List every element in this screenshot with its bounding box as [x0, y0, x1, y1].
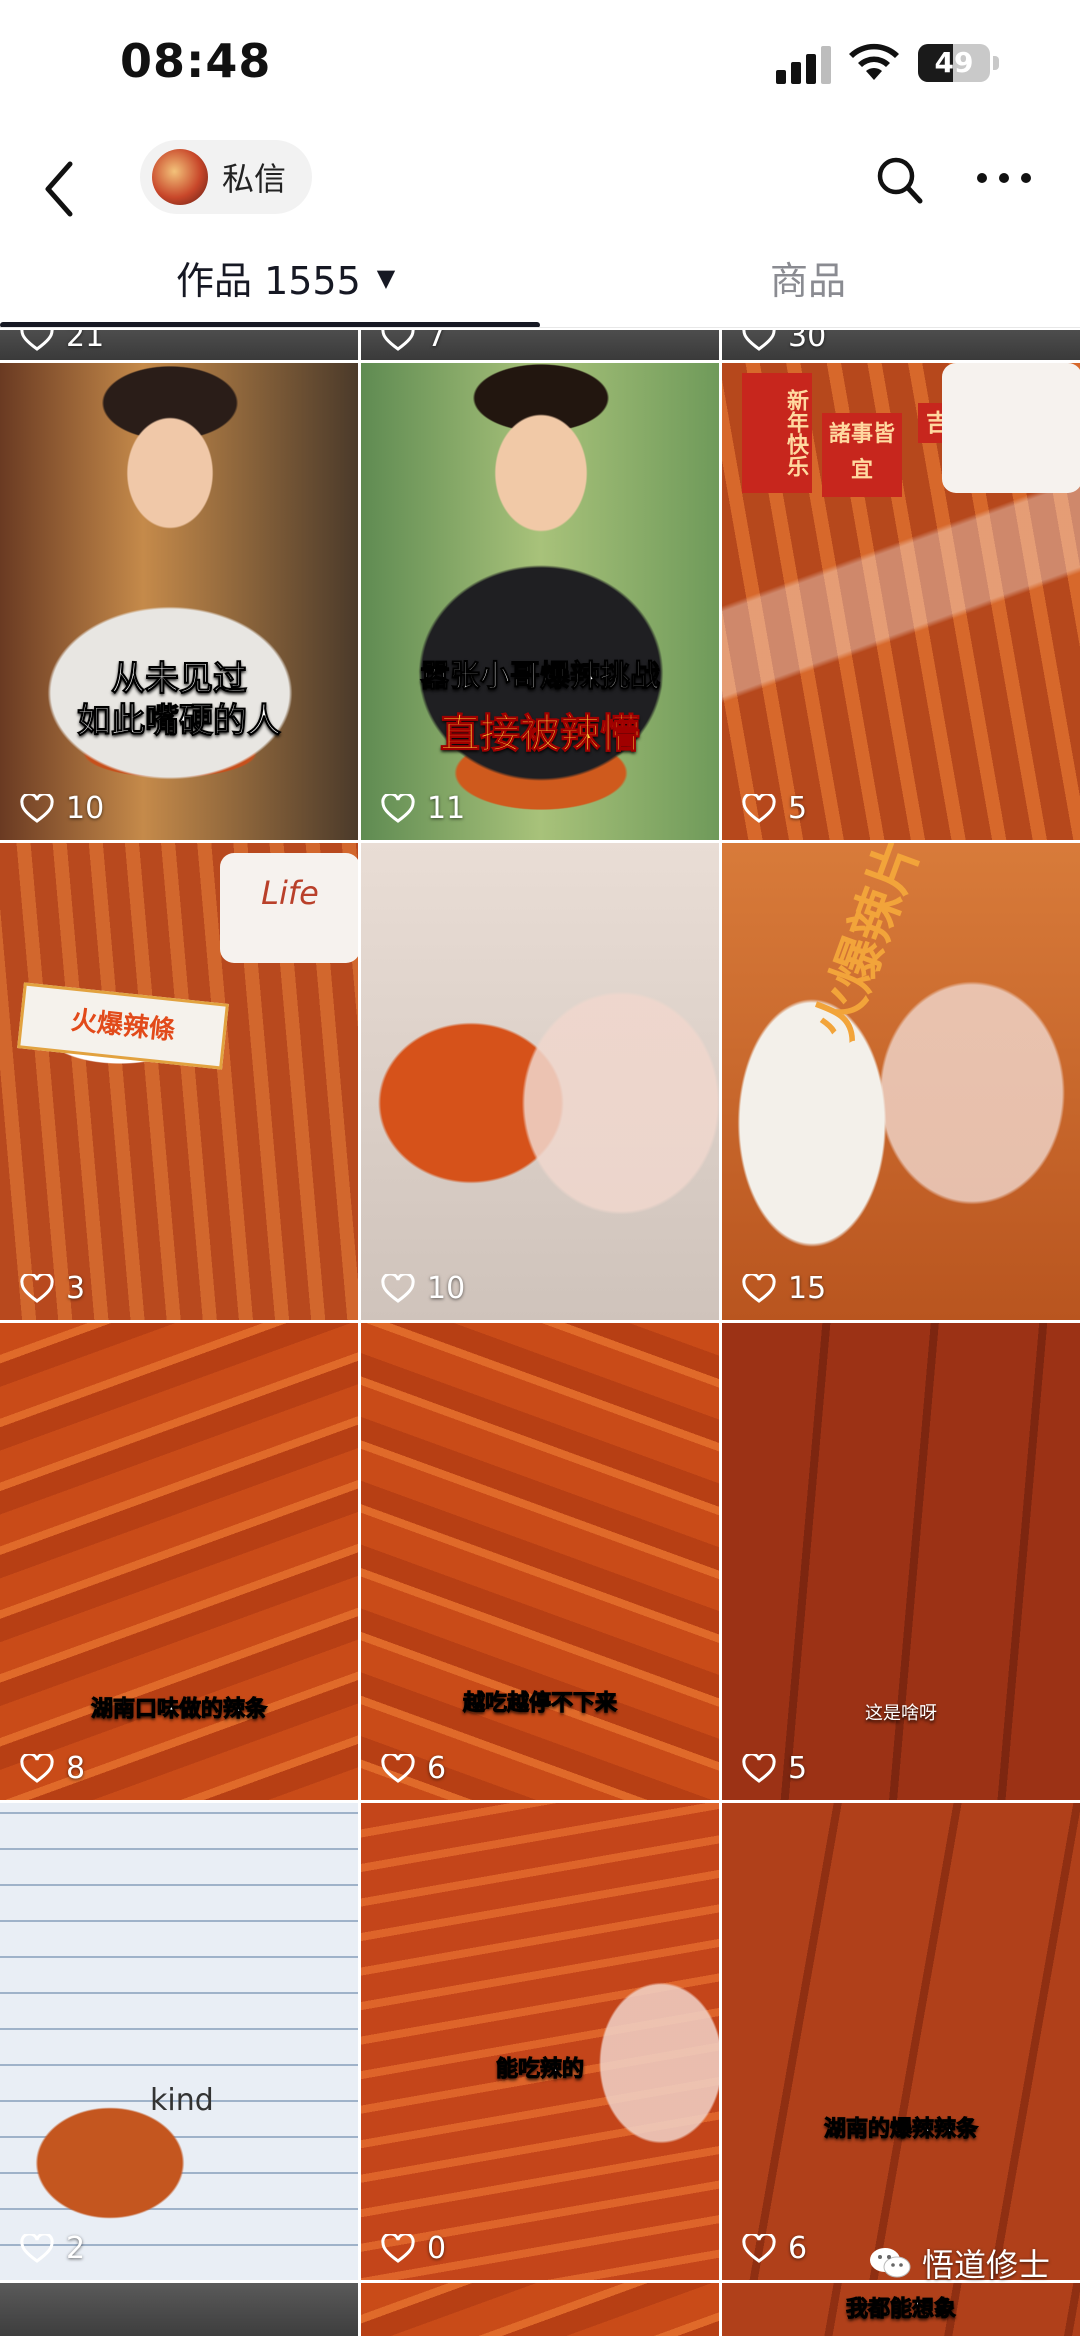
video-tile[interactable]: kind 2	[0, 1803, 358, 2280]
like-count: 3	[66, 1271, 86, 1306]
dm-label: 私信	[222, 160, 287, 198]
heart-outline-icon	[742, 330, 776, 351]
like-count: 8	[66, 1751, 86, 1786]
video-tile[interactable]: 7	[361, 330, 719, 360]
heart-outline-icon	[742, 2233, 776, 2263]
like-count: 21	[66, 330, 105, 354]
wifi-icon	[849, 43, 899, 80]
wechat-icon	[869, 2248, 911, 2278]
mug	[942, 363, 1080, 493]
nav-bar: 私信	[0, 130, 1080, 250]
cellular-signal-icon	[776, 44, 836, 84]
like-count: 10	[427, 1271, 466, 1306]
tab-works[interactable]: 作品 1555 ▼	[176, 250, 395, 305]
like-count: 2	[66, 2231, 86, 2266]
video-tile[interactable]: 能吃辣的 0	[361, 1803, 719, 2280]
heart-outline-icon	[20, 1273, 54, 1303]
back-chevron-icon[interactable]	[36, 154, 86, 224]
heart-outline-icon	[742, 1273, 776, 1303]
video-tile[interactable]: 21	[0, 330, 358, 360]
poster-text: 諸事皆宜	[822, 413, 902, 497]
video-caption: 能吃辣的	[495, 2057, 584, 2083]
video-tile[interactable]: 越吃越停不下来 6	[361, 1323, 719, 1800]
poster-text: 新年快乐	[742, 373, 812, 493]
like-count: 15	[788, 1271, 827, 1306]
like-count: 6	[427, 1751, 447, 1786]
like-count: 6	[788, 2231, 808, 2266]
heart-outline-icon	[20, 330, 54, 351]
like-count: 0	[427, 2231, 447, 2266]
heart-outline-icon	[20, 2233, 54, 2263]
video-tile[interactable]	[361, 2283, 719, 2336]
heart-outline-icon	[381, 1753, 415, 1783]
search-icon[interactable]	[872, 150, 928, 210]
tab-works-label: 作品 1555	[176, 259, 361, 303]
video-tile[interactable]: 30	[722, 330, 1080, 360]
avatar	[152, 149, 208, 205]
video-caption: 如此嘴硬的人	[77, 701, 282, 742]
watermark: 悟道修士	[868, 2240, 1050, 2286]
video-caption: 越吃越停不下来	[462, 1691, 617, 1717]
heart-outline-icon	[20, 1753, 54, 1783]
video-caption: 湖南口味做的辣条	[90, 1697, 267, 1723]
status-bar: 08:48 49	[0, 0, 1080, 130]
tab-goods[interactable]: 商品	[770, 250, 846, 305]
profile-tabs: 作品 1555 ▼ 商品	[0, 250, 1080, 328]
like-count: 30	[788, 330, 827, 354]
heart-outline-icon	[742, 1753, 776, 1783]
video-tile[interactable]: 火爆辣片 15	[722, 843, 1080, 1320]
like-count: 5	[788, 1751, 808, 1786]
watermark-text: 悟道修士	[921, 2246, 1050, 2284]
like-count: 7	[427, 330, 447, 354]
desk-text: kind	[150, 2083, 214, 2118]
heart-outline-icon	[742, 793, 776, 823]
direct-message-button[interactable]: 私信	[140, 140, 313, 214]
video-tile[interactable]	[0, 2283, 358, 2336]
heart-outline-icon	[381, 330, 415, 351]
video-tile[interactable]: 这是啥呀 5	[722, 1323, 1080, 1800]
video-tile[interactable]: 新年快乐 諸事皆宜 吉 5	[722, 363, 1080, 840]
status-time: 08:48	[120, 34, 272, 88]
battery-level: 49	[934, 46, 974, 79]
like-count: 11	[427, 791, 466, 826]
battery-tip	[993, 56, 999, 70]
video-tile[interactable]: 嚣张小哥爆辣挑战 直接被辣懵 11	[361, 363, 719, 840]
heart-outline-icon	[381, 2233, 415, 2263]
tab-divider	[0, 327, 1080, 328]
video-tile[interactable]: 从未见过 如此嘴硬的人 10	[0, 363, 358, 840]
video-tile[interactable]: 湖南口味做的辣条 8	[0, 1323, 358, 1800]
video-caption: 直接被辣懵	[440, 711, 641, 758]
video-tile[interactable]: 火爆辣條 Life 3	[0, 843, 358, 1320]
video-caption: 这是啥呀	[865, 1703, 937, 1724]
heart-outline-icon	[381, 793, 415, 823]
video-tile[interactable]: 10	[361, 843, 719, 1320]
heart-outline-icon	[20, 793, 54, 823]
package-label: 火爆辣條	[17, 982, 229, 1070]
more-dots-icon[interactable]	[974, 158, 1034, 198]
caret-down-icon: ▼	[376, 263, 396, 292]
video-tile[interactable]: 湖南的爆辣辣条 6	[722, 1803, 1080, 2280]
package-label: 火爆辣片	[804, 843, 932, 1048]
like-count: 10	[66, 791, 105, 826]
video-grid: 21 7 30 从未见过 如此嘴硬的人 10 嚣张小哥爆辣挑战 直接被辣懵 11…	[0, 330, 1080, 2336]
heart-outline-icon	[381, 1273, 415, 1303]
like-count: 5	[788, 791, 808, 826]
battery-indicator: 49	[918, 44, 990, 82]
video-caption: 湖南的爆辣辣条	[823, 2117, 978, 2143]
video-caption: 我都能想象	[845, 2297, 956, 2323]
mug-text: Life	[220, 853, 358, 963]
video-caption: 嚣张小哥爆辣挑战	[420, 659, 661, 695]
video-tile[interactable]: 我都能想象	[722, 2283, 1080, 2336]
